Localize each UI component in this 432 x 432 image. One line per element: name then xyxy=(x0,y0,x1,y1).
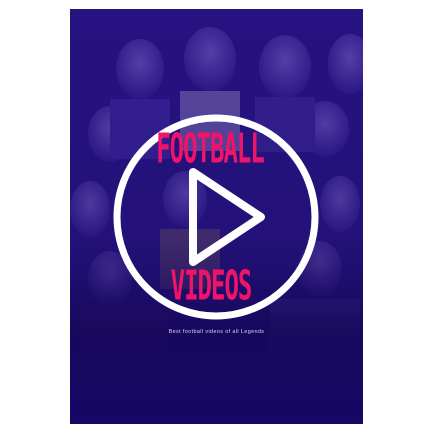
title-line-videos: VIDEOS xyxy=(170,262,253,310)
title-line-football: FOOTBALL xyxy=(156,125,265,173)
tagline-text: Best football videos of all Legends xyxy=(168,329,265,335)
